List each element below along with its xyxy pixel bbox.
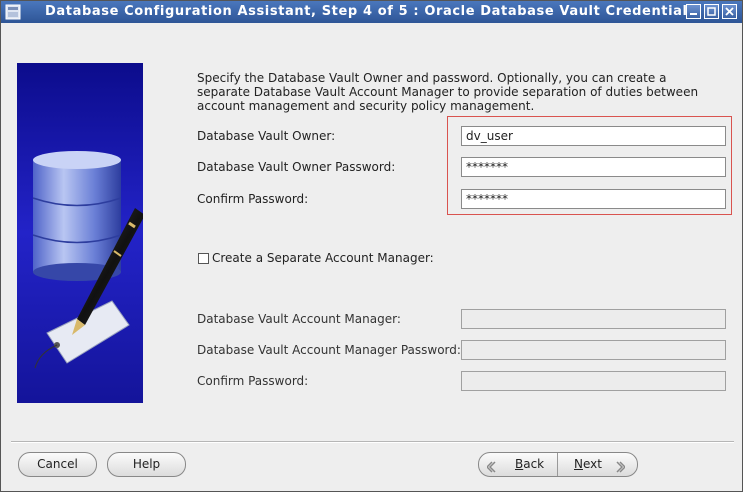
account-manager-confirm-label: Confirm Password: — [197, 374, 309, 388]
back-label: ack — [523, 457, 545, 471]
account-manager-confirm-input[interactable] — [461, 371, 726, 391]
next-chevron-icon — [615, 458, 627, 480]
cancel-button[interactable]: Cancel — [18, 452, 97, 477]
app-window-icon[interactable] — [5, 4, 21, 20]
confirm-password-label: Confirm Password: — [197, 192, 309, 206]
next-label: ext — [582, 457, 602, 471]
next-button[interactable]: Next — [558, 453, 637, 476]
window-title: Database Configuration Assistant, Step 4… — [45, 4, 696, 19]
dbca-window: Database Configuration Assistant, Step 4… — [0, 0, 743, 492]
vault-owner-password-label: Database Vault Owner Password: — [197, 160, 396, 174]
back-mnemonic: B — [515, 457, 524, 471]
footer-separator — [11, 441, 734, 443]
owner-fields-highlight — [447, 116, 732, 215]
account-manager-password-label: Database Vault Account Manager Password: — [197, 343, 461, 357]
next-mnemonic: N — [574, 457, 583, 471]
back-chevron-icon — [485, 458, 497, 480]
account-manager-label: Database Vault Account Manager: — [197, 312, 401, 326]
instructions-text: Specify the Database Vault Owner and pas… — [197, 71, 699, 113]
account-manager-password-input[interactable] — [461, 340, 726, 360]
separate-account-manager-label[interactable]: Create a Separate Account Manager: — [212, 251, 434, 265]
database-pen-illustration — [17, 63, 143, 403]
separate-account-manager-checkbox[interactable] — [198, 253, 209, 264]
maximize-icon[interactable] — [704, 4, 719, 19]
back-button[interactable]: Back — [479, 453, 558, 476]
navigation-button-group: Back Next — [478, 452, 638, 477]
close-icon[interactable] — [722, 4, 737, 19]
title-bar[interactable]: Database Configuration Assistant, Step 4… — [1, 1, 742, 23]
vault-owner-label: Database Vault Owner: — [197, 129, 336, 143]
account-manager-input[interactable] — [461, 309, 726, 329]
help-button[interactable]: Help — [107, 452, 186, 477]
minimize-icon[interactable] — [686, 4, 701, 19]
